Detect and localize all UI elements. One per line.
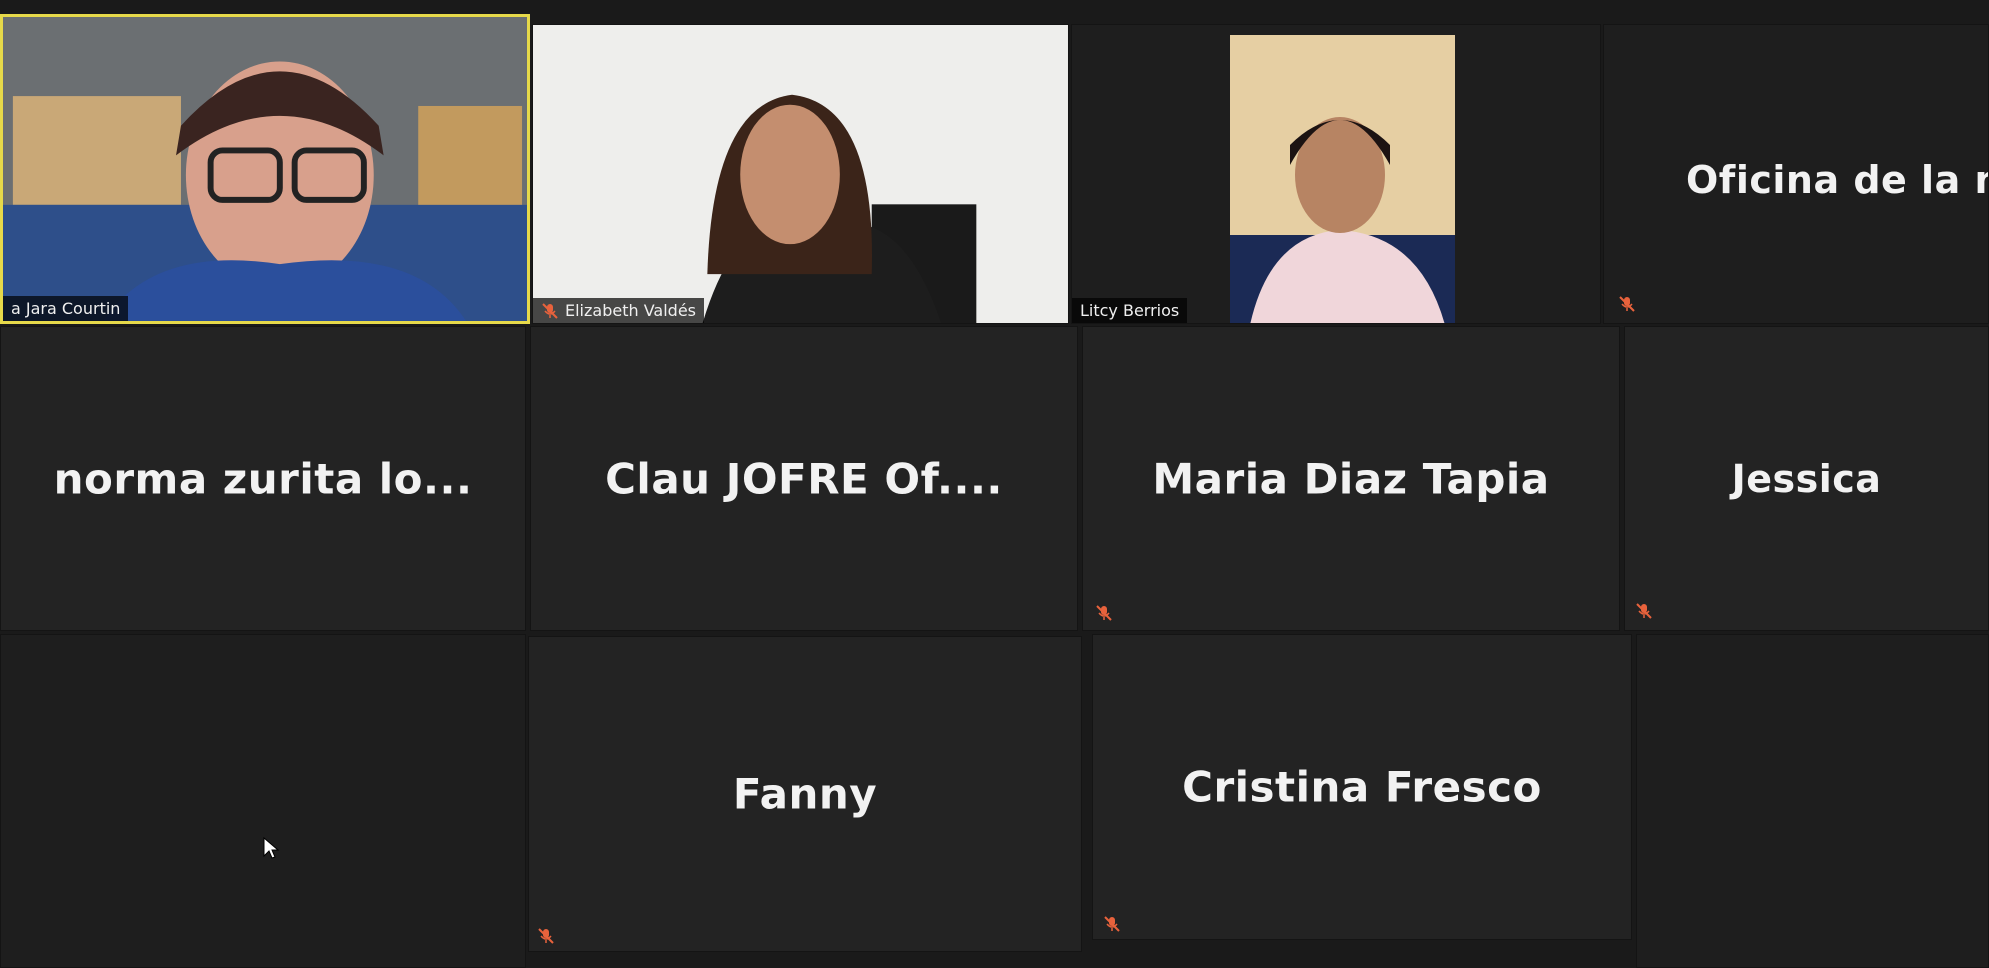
participant-name: Litcy Berrios: [1080, 301, 1180, 320]
participant-tile-fanny[interactable]: Fanny: [528, 636, 1082, 952]
microphone-muted-icon: [1619, 296, 1635, 312]
participant-name: Fanny: [732, 769, 878, 819]
video-gallery: a Jara Courtin Elizabeth Valdés Litcy Be…: [0, 0, 1989, 968]
mouse-pointer-icon: [263, 836, 280, 859]
participant-video: [1230, 35, 1455, 323]
participant-name: Jessica: [1731, 456, 1882, 501]
microphone-muted-icon: [1104, 916, 1120, 932]
participant-tile-jessica[interactable]: Jessica: [1624, 326, 1989, 631]
participant-name: Elizabeth Valdés: [565, 301, 696, 320]
participant-tile-maria-diaz-tapia[interactable]: Maria Diaz Tapia: [1082, 326, 1620, 631]
participant-tile-norma-zurita[interactable]: norma zurita lo...: [0, 326, 526, 631]
participant-name: norma zurita lo...: [53, 454, 473, 503]
participant-video: [3, 17, 527, 321]
participant-name-tag: a Jara Courtin: [3, 296, 129, 321]
participant-name: Clau JOFRE Of....: [605, 454, 1003, 503]
microphone-muted-icon: [1636, 603, 1652, 619]
empty-gallery-slot-right: [1636, 634, 1989, 968]
participant-name-tag: Elizabeth Valdés: [533, 298, 704, 323]
microphone-muted-icon: [1096, 605, 1112, 621]
participant-name: Maria Diaz Tapia: [1152, 454, 1550, 503]
participant-tile-jara-courtin[interactable]: a Jara Courtin: [0, 14, 530, 324]
participant-tile-oficina[interactable]: Oficina de la m: [1603, 24, 1989, 324]
participant-tile-cristina-fresco[interactable]: Cristina Fresco: [1092, 634, 1632, 940]
empty-gallery-slot-left: [0, 634, 526, 968]
participant-name: a Jara Courtin: [11, 299, 121, 318]
participant-tile-litcy-berrios[interactable]: Litcy Berrios: [1071, 24, 1601, 324]
microphone-muted-icon: [542, 302, 558, 319]
participant-name: Oficina de la m: [1686, 158, 1989, 202]
participant-name: Cristina Fresco: [1182, 762, 1542, 812]
participant-video: [533, 25, 1068, 323]
participant-tile-clau-jofre[interactable]: Clau JOFRE Of....: [530, 326, 1078, 631]
participant-tile-elizabeth-valdes[interactable]: Elizabeth Valdés: [532, 24, 1069, 324]
microphone-muted-icon: [538, 928, 554, 944]
participant-name-tag: Litcy Berrios: [1072, 298, 1188, 323]
